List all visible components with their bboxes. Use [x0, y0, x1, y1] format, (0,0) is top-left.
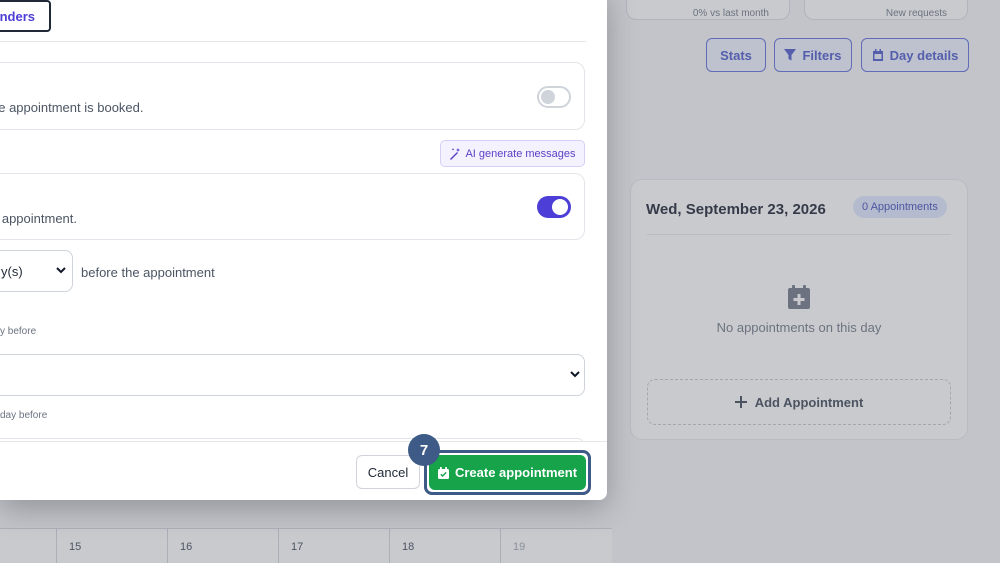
calendar-check-icon — [437, 466, 449, 479]
reminder-hint: day before — [0, 410, 48, 421]
create-appointment-button[interactable]: Create appointment — [429, 455, 586, 490]
reminder-unit-value: y(s) — [1, 263, 23, 279]
modal-footer: Cancel Create appointment — [0, 441, 607, 500]
reminder-card: e appointment. — [0, 173, 585, 240]
booking-confirmation-card: he appointment is booked. — [0, 62, 585, 130]
cancel-button-label: Cancel — [367, 464, 409, 480]
reminder-toggle[interactable] — [537, 196, 571, 218]
tab-divider — [0, 41, 586, 42]
cancel-button[interactable]: Cancel — [356, 455, 420, 489]
reminder-unit-select[interactable]: y(s) — [0, 250, 73, 292]
tab-reminders-label: inders — [0, 8, 35, 24]
reminder-hint: y before — [0, 326, 37, 337]
create-appointment-modal: inders he appointment is booked. AI gene… — [0, 0, 607, 500]
reminder-text: e appointment. — [0, 211, 78, 226]
booking-confirmation-text: he appointment is booked. — [0, 100, 144, 115]
create-appointment-label: Create appointment — [454, 465, 578, 480]
ai-generate-messages-label: AI generate messages — [465, 147, 576, 160]
magic-wand-icon — [450, 147, 461, 160]
reminder-timing-label: before the appointment — [81, 265, 215, 280]
chevron-down-icon — [56, 267, 66, 274]
chevron-down-icon — [570, 371, 580, 378]
step-indicator-badge: 7 — [408, 434, 440, 466]
tab-reminders[interactable]: inders — [0, 0, 51, 32]
ai-generate-messages-button[interactable]: AI generate messages — [440, 140, 585, 167]
booking-confirmation-toggle[interactable] — [537, 86, 571, 108]
reminder-template-select[interactable] — [0, 354, 585, 396]
